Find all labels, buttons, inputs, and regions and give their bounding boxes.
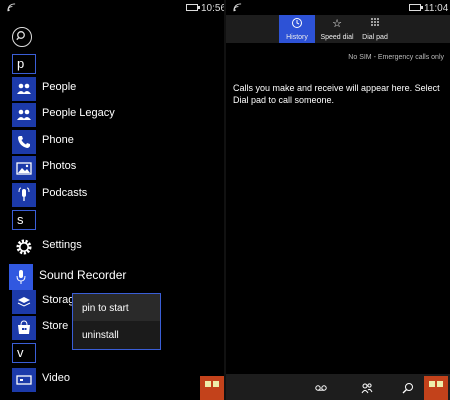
app-label: People [42,81,77,93]
people-icon [12,77,36,101]
context-menu: pin to start uninstall [72,293,161,350]
contacts-icon[interactable] [361,381,373,394]
history-empty-message: Calls you make and receive will appear h… [233,83,440,105]
store-icon [12,316,36,340]
storage-icon [12,290,36,314]
photos-icon [12,156,36,180]
app-label: Settings [42,239,82,251]
wifi-icon [233,3,242,15]
sim-status-text: No SIM - Emergency calls only [348,54,444,61]
phone-app: 11:04 History ☆ Speed dial Dial pad No S… [226,0,450,400]
letter-header-s[interactable]: s [12,210,36,230]
search-icon[interactable] [402,381,414,394]
uninstall-item[interactable]: uninstall [73,321,160,348]
pin-to-start-item[interactable]: pin to start [73,294,160,321]
star-icon: ☆ [332,18,342,30]
app-phone[interactable]: Phone [12,130,212,154]
battery-icon [186,4,200,11]
tab-speed-dial[interactable]: ☆ Speed dial [319,15,355,43]
phone-icon [12,130,36,154]
status-bar: 10:56 [0,0,224,16]
app-people-legacy[interactable]: People Legacy [12,103,212,127]
app-label: Phone [42,134,74,146]
letter-header-p[interactable]: p [12,54,36,74]
app-label: Sound Recorder [39,268,127,282]
podcasts-icon [12,183,36,207]
clock: 11:04 [424,3,449,14]
status-bar: 11:04 [226,0,450,16]
wifi-icon [7,3,16,15]
app-label: Store [42,320,69,332]
start-app-list: 10:56 p People People Legacy Phone Photo… [0,0,224,400]
tab-label: Dial pad [362,34,388,41]
dialpad-icon [357,17,393,30]
pivot-tab-bar: History ☆ Speed dial Dial pad [226,15,450,43]
app-sound-recorder[interactable]: Sound Recorder [9,264,209,290]
voicemail-icon[interactable] [315,381,327,393]
history-icon [279,17,315,32]
clock: 10:56 [201,3,224,14]
search-icon[interactable] [12,27,32,47]
app-bar: ··· [226,374,450,400]
tab-history[interactable]: History [279,15,315,43]
app-video[interactable]: Video [12,368,212,392]
app-label: Photos [42,160,77,172]
app-people[interactable]: People [12,77,212,101]
watermark-logo-icon [424,376,448,400]
app-label: People Legacy [42,107,115,119]
microphone-icon [9,264,33,290]
watermark-logo-icon [200,376,224,400]
people-legacy-icon [12,103,36,127]
app-label: Video [42,372,70,384]
video-icon [12,368,36,392]
battery-icon [409,4,423,11]
letter-header-v[interactable]: v [12,343,36,363]
app-label: Podcasts [42,187,88,199]
app-podcasts[interactable]: Podcasts [12,183,212,207]
app-photos[interactable]: Photos [12,156,212,180]
app-settings[interactable]: Settings [12,235,212,259]
tab-dial-pad[interactable]: Dial pad [357,15,393,43]
gear-icon [12,235,36,259]
